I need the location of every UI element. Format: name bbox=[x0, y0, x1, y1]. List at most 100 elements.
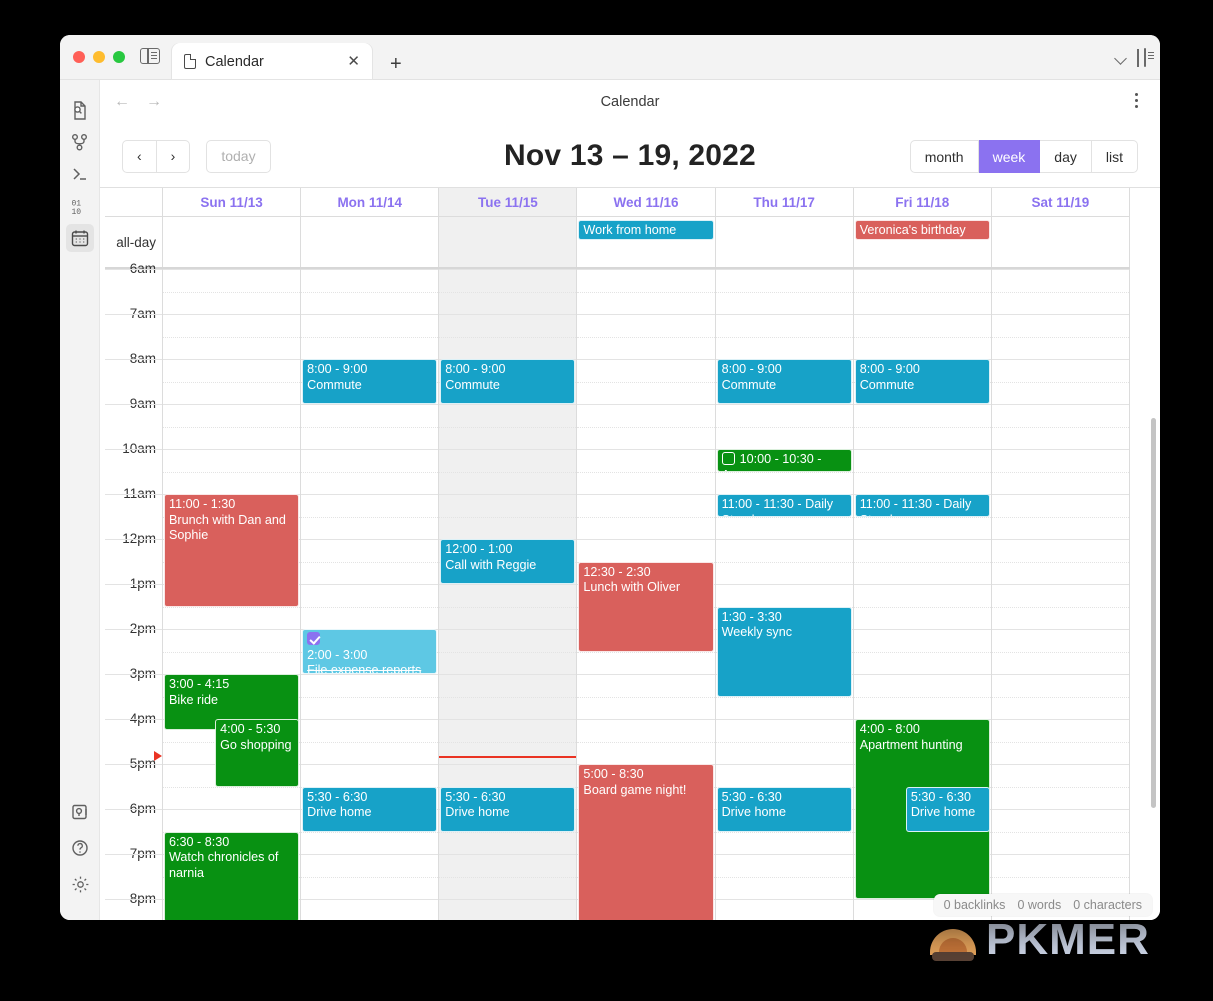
view-button-month[interactable]: month bbox=[909, 140, 979, 173]
day-header-0[interactable]: Sun 11/13 bbox=[163, 188, 302, 216]
calendar-event[interactable]: 1:30 - 3:30 Weekly sync bbox=[716, 606, 852, 697]
hour-line bbox=[715, 404, 853, 405]
toggle-left-sidebar-button[interactable] bbox=[140, 48, 162, 66]
day-column-6[interactable] bbox=[991, 269, 1130, 920]
calendar-event[interactable]: 8:00 - 9:00 Commute bbox=[716, 359, 852, 404]
half-hour-line bbox=[439, 471, 577, 473]
hour-line bbox=[439, 629, 577, 630]
calendar-event[interactable]: 10:00 - 10:30 - Answ bbox=[716, 449, 852, 472]
day-column-4[interactable]: 8:00 - 9:00Commute 10:00 - 10:30 - Answ 11… bbox=[715, 269, 854, 920]
all-day-cell-4[interactable] bbox=[716, 217, 854, 267]
hour-line bbox=[991, 359, 1129, 360]
close-window-button[interactable] bbox=[73, 51, 85, 63]
day-column-0[interactable]: 11:00 - 1:30 Brunch with Dan and Sophie 3:… bbox=[163, 269, 302, 920]
calendar-event[interactable]: 4:00 - 5:30 Go shopping bbox=[215, 719, 300, 787]
calendar-event[interactable]: 11:00 - 11:30 - Daily Standup bbox=[854, 494, 990, 517]
calendar-event[interactable]: 12:00 - 1:00 Call with Reggie bbox=[440, 539, 576, 584]
half-hour-line bbox=[301, 336, 439, 338]
half-hour-line bbox=[715, 516, 853, 518]
git-graph-icon[interactable] bbox=[66, 128, 94, 156]
calendar-event[interactable]: 5:30 - 6:30 Drive home bbox=[716, 786, 852, 832]
day-header-5[interactable]: Fri 11/18 bbox=[854, 188, 992, 216]
next-week-button[interactable]: › bbox=[156, 139, 191, 173]
half-hour-line bbox=[163, 291, 301, 293]
day-column-2[interactable]: 8:00 - 9:00 Commute 12:00 - 1:00 Call with … bbox=[439, 269, 578, 920]
hour-line bbox=[853, 269, 991, 270]
calendar-event[interactable]: 11:00 - 11:30 - Daily Standup bbox=[716, 494, 852, 517]
calendar-icon[interactable] bbox=[65, 224, 94, 252]
half-hour-line bbox=[991, 831, 1129, 833]
hour-line bbox=[301, 539, 439, 540]
calendar-event[interactable]: 8:00 - 9:00 Commute bbox=[440, 359, 576, 404]
day-header-1[interactable]: Mon 11/14 bbox=[301, 188, 440, 216]
half-hour-line bbox=[715, 291, 853, 293]
day-column-3[interactable]: 12:30 - 2:30 Lunch with Oliver 5:00 - 8:30… bbox=[577, 269, 716, 920]
day-header-4[interactable]: Thu 11/17 bbox=[716, 188, 854, 216]
help-icon[interactable] bbox=[66, 834, 94, 862]
calendar-event[interactable]: 8:00 - 9:00 Commute bbox=[854, 359, 990, 404]
toggle-right-sidebar-button[interactable] bbox=[1144, 48, 1154, 67]
task-checkbox-icon[interactable] bbox=[721, 452, 735, 465]
window-controls[interactable] bbox=[73, 51, 125, 63]
all-day-cell-5[interactable]: Veronica's birthday bbox=[854, 217, 992, 267]
all-day-cell-0[interactable] bbox=[163, 217, 302, 267]
all-day-cell-2[interactable] bbox=[439, 217, 578, 267]
calendar-event[interactable]: 12:30 - 2:30 Lunch with Oliver bbox=[578, 561, 714, 652]
event-title: Board game night! bbox=[583, 782, 687, 797]
time-grid: 6am 7am 8am 9am 10am 11am 12pm 1pm 2pm 3pm 4pm 5pm 6… bbox=[105, 261, 1130, 920]
calendar-event[interactable]: 5:30 - 6:30 Drive home bbox=[905, 786, 990, 832]
calendar-event[interactable]: 11:00 - 1:30 Brunch with Dan and Sophie bbox=[164, 494, 300, 607]
tab-label: Calendar bbox=[205, 53, 264, 70]
close-icon[interactable]: ✕ bbox=[347, 54, 360, 69]
settings-gear-icon[interactable] bbox=[66, 870, 94, 898]
calendar-event[interactable]: 5:30 - 6:30 Drive home bbox=[302, 786, 438, 832]
chevron-down-icon[interactable] bbox=[1115, 52, 1127, 64]
more-options-button[interactable] bbox=[1128, 89, 1144, 111]
calendar-event[interactable]: 5:30 - 6:30 Drive home bbox=[440, 786, 576, 832]
all-day-cell-3[interactable]: Work from home bbox=[577, 217, 716, 267]
vertical-scrollbar[interactable] bbox=[1151, 418, 1156, 808]
half-hour-line bbox=[577, 291, 715, 293]
day-header-6[interactable]: Sat 11/19 bbox=[992, 188, 1130, 216]
event-time: 11:00 - 1:30 bbox=[169, 497, 236, 511]
all-day-cell-1[interactable] bbox=[301, 217, 440, 267]
view-button-list[interactable]: list bbox=[1091, 140, 1138, 173]
hour-line bbox=[577, 449, 715, 450]
all-day-event[interactable]: Veronica's birthday bbox=[854, 220, 990, 240]
hour-line bbox=[439, 269, 577, 270]
half-hour-line bbox=[715, 741, 853, 743]
today-button[interactable]: today bbox=[206, 139, 271, 173]
binary-icon[interactable]: 01 10 bbox=[66, 192, 94, 220]
minimize-window-button[interactable] bbox=[93, 51, 105, 63]
half-hour-line bbox=[853, 606, 991, 608]
event-time: 1:30 - 3:30 bbox=[721, 609, 782, 624]
day-header-3[interactable]: Wed 11/16 bbox=[577, 188, 716, 216]
half-hour-line bbox=[991, 426, 1129, 428]
calendar-event[interactable]: 6:30 - 8:30 Watch chronicles of narnia bbox=[164, 831, 300, 920]
navigate-forward-button[interactable]: → bbox=[146, 94, 162, 110]
file-search-icon[interactable] bbox=[66, 96, 94, 124]
task-checkbox-checked-icon[interactable] bbox=[307, 632, 321, 645]
maximize-window-button[interactable] bbox=[113, 51, 125, 63]
terminal-icon[interactable] bbox=[66, 160, 94, 188]
hour-line bbox=[577, 314, 715, 315]
view-button-day[interactable]: day bbox=[1040, 140, 1092, 173]
all-day-cell-6[interactable] bbox=[992, 217, 1130, 267]
new-tab-button[interactable]: + bbox=[390, 54, 402, 74]
day-column-5[interactable]: 8:00 - 9:00 Commute 11:00 - 11:30 - Daily … bbox=[853, 269, 992, 920]
view-button-week[interactable]: week bbox=[978, 140, 1041, 173]
vault-icon[interactable] bbox=[66, 798, 94, 826]
tab-calendar[interactable]: Calendar ✕ bbox=[172, 43, 372, 80]
half-hour-line bbox=[439, 516, 577, 518]
navigate-back-button[interactable]: ← bbox=[114, 94, 130, 110]
half-hour-line bbox=[715, 876, 853, 878]
all-day-event[interactable]: Work from home bbox=[578, 220, 714, 240]
day-header-2[interactable]: Tue 11/15 bbox=[439, 188, 578, 216]
event-time: 5:00 - 8:30 bbox=[583, 767, 644, 781]
calendar-event[interactable]: 5:00 - 8:30 Board game night! bbox=[578, 764, 714, 920]
day-column-1[interactable]: 8:00 - 9:00 Commute 2:00 - 3:00 File expens… bbox=[301, 269, 440, 920]
prev-week-button[interactable]: ‹ bbox=[122, 139, 157, 173]
calendar-event[interactable]: 8:00 - 9:00 Commute bbox=[302, 359, 438, 404]
calendar-event[interactable]: 2:00 - 3:00 File expense reports bbox=[302, 629, 438, 674]
half-hour-line bbox=[577, 471, 715, 473]
